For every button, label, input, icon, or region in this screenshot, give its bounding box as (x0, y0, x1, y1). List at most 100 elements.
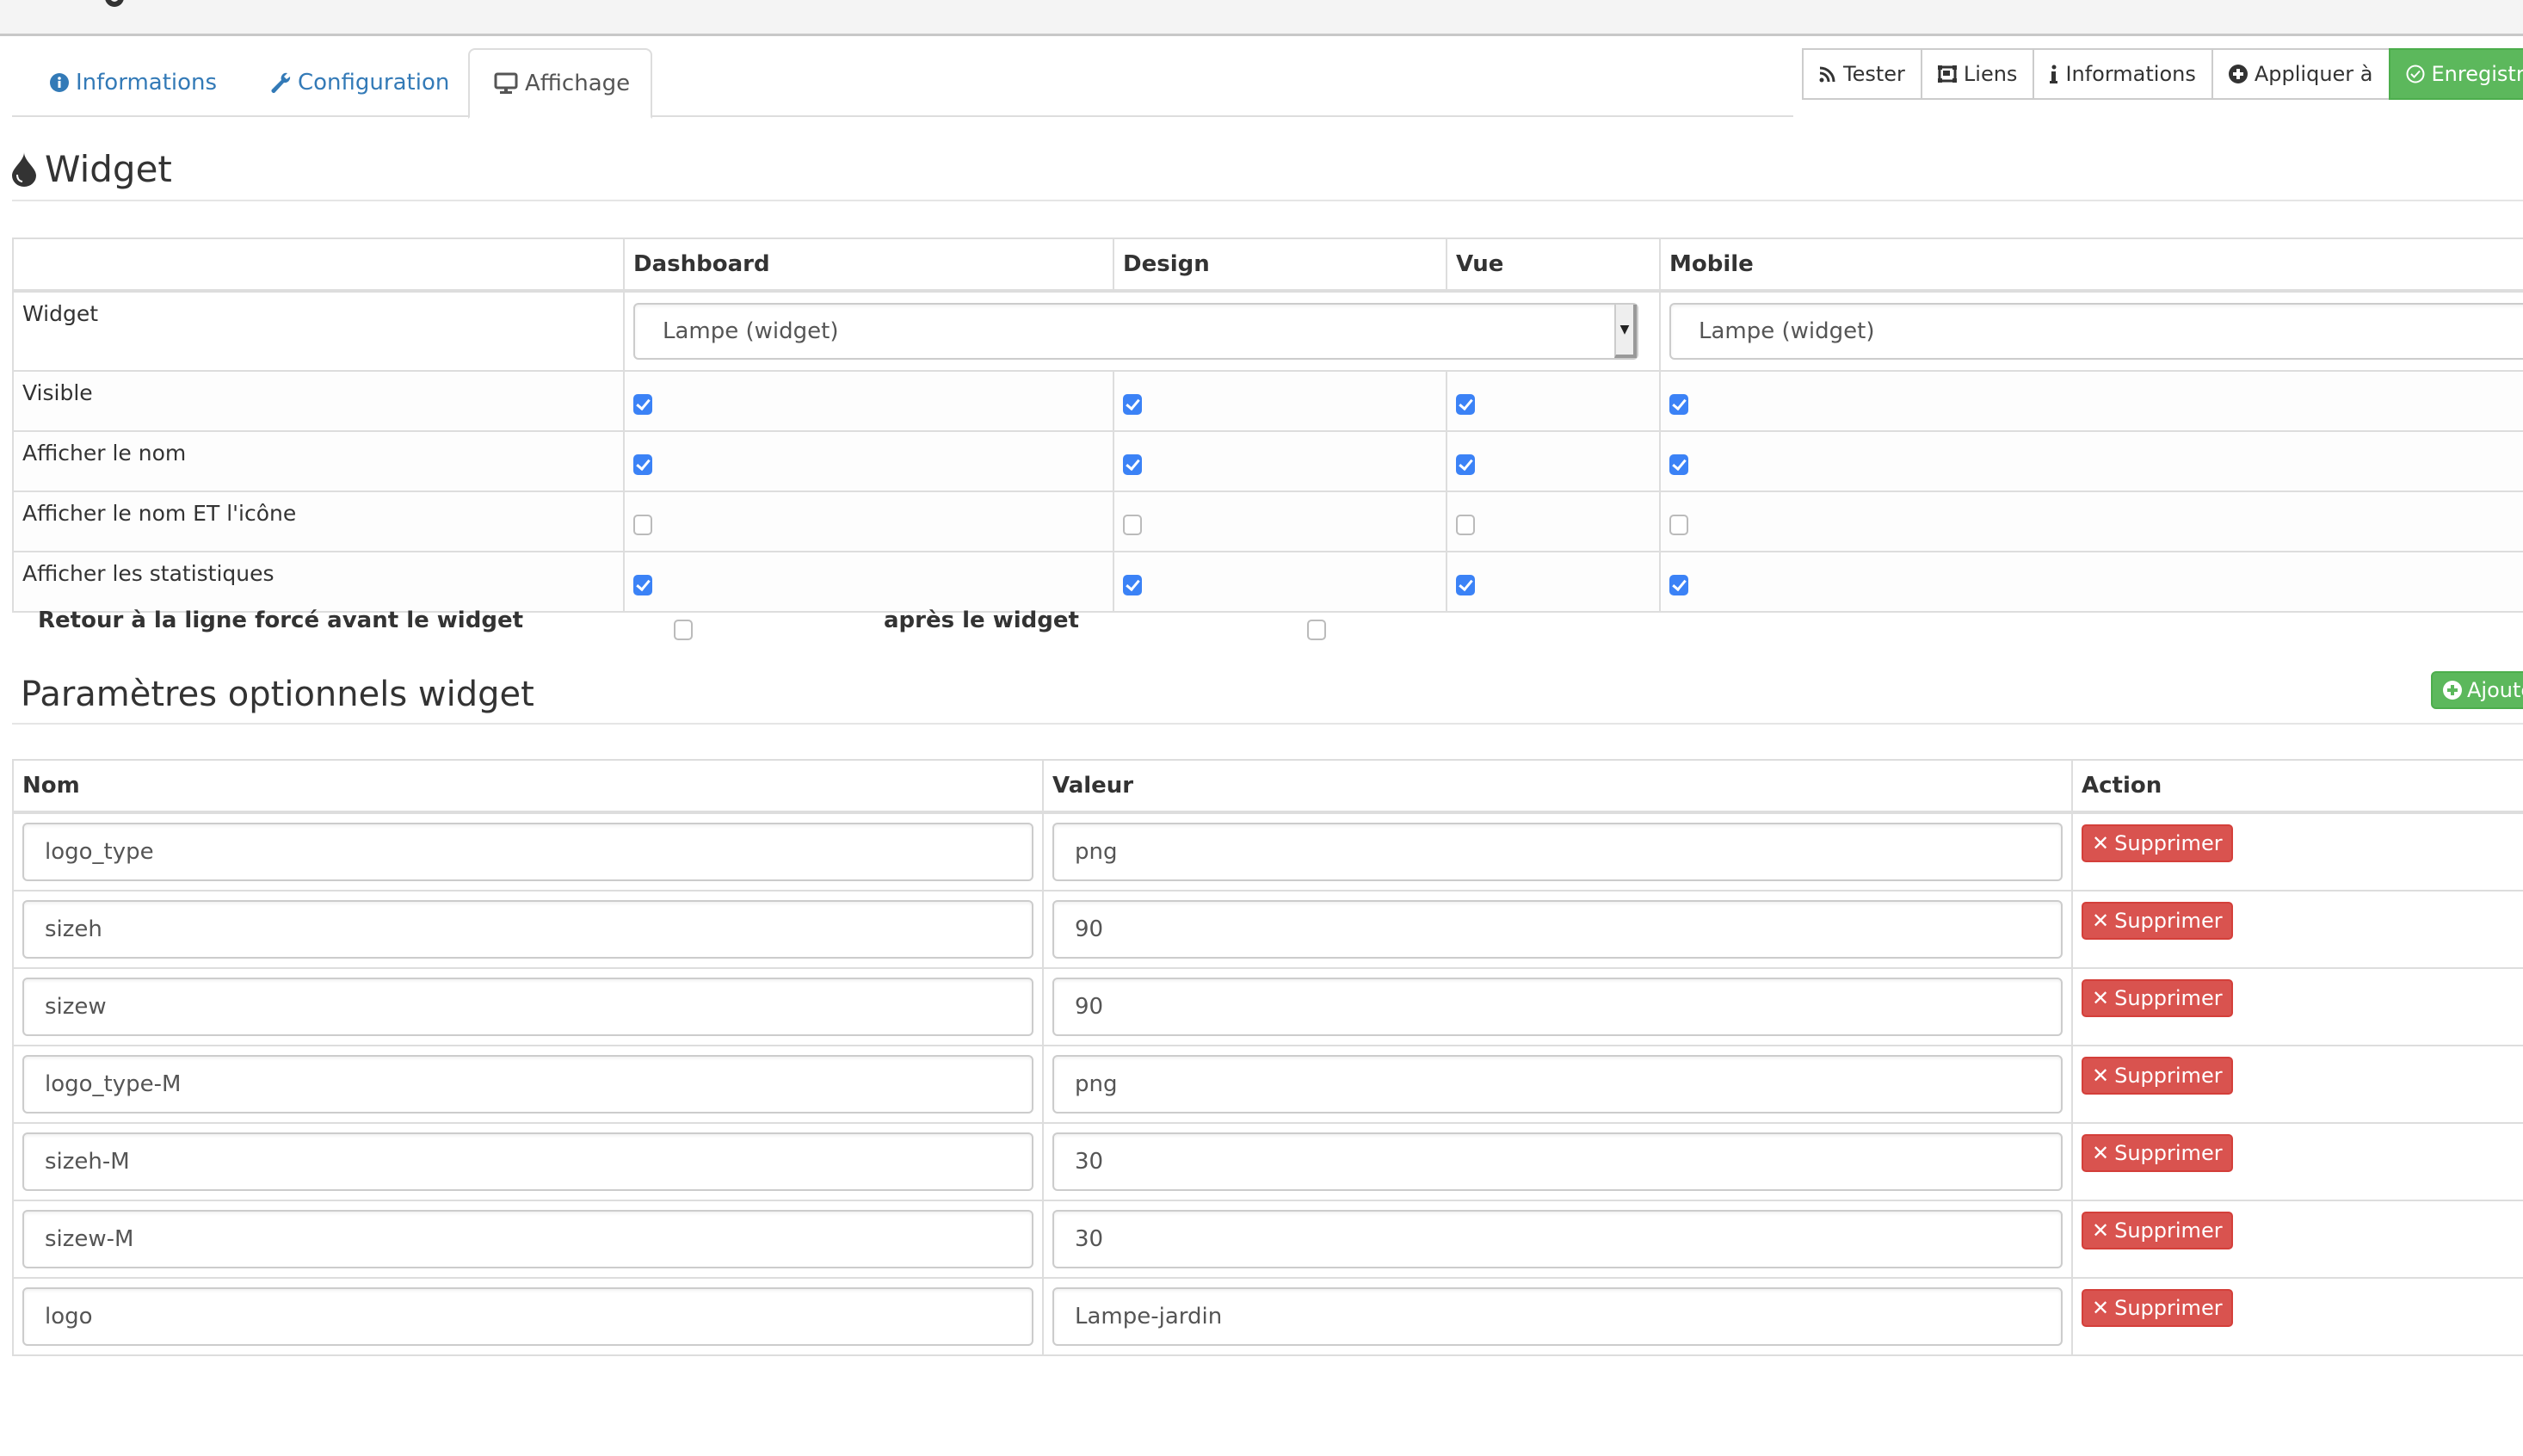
row-label: Visible (12, 370, 625, 432)
show-stats-mobile-checkbox[interactable] (1669, 575, 1688, 595)
param-name-input[interactable]: sizeh-M (22, 1132, 1033, 1191)
line-break-after-label: après le widget (884, 608, 1079, 633)
mobile-widget-cell: Lampe (widget) (1659, 290, 2523, 372)
visible-dashboard-checkbox[interactable] (633, 394, 652, 415)
delete-param-button[interactable]: ✕ Supprimer (2082, 1057, 2233, 1095)
button-label: Informations (2065, 62, 2196, 86)
input-value: 90 (1075, 916, 1104, 942)
button-label: Ajoute (2467, 678, 2523, 702)
rss-icon (1819, 65, 1836, 83)
param-name-input[interactable]: sizeh (22, 900, 1033, 959)
delete-param-button[interactable]: ✕ Supprimer (2082, 902, 2233, 940)
dashboard-widget-cell: Lampe (widget) ▼ (623, 290, 1661, 372)
input-value: logo_type (45, 839, 154, 865)
param-value-input[interactable]: Lampe-jardin (1052, 1287, 2063, 1346)
column-header-vue: Vue (1446, 238, 1661, 292)
visible-vue-checkbox[interactable] (1456, 394, 1475, 415)
button-label: Supprimer (2114, 1296, 2223, 1320)
table-row: sizeh-M 30 ✕ Supprimer (12, 1122, 2523, 1201)
param-name-input[interactable]: sizew (22, 978, 1033, 1036)
visible-mobile-checkbox[interactable] (1669, 394, 1688, 415)
show-stats-design-checkbox[interactable] (1123, 575, 1142, 595)
delete-param-button[interactable]: ✕ Supprimer (2082, 824, 2233, 862)
visible-design-checkbox[interactable] (1123, 394, 1142, 415)
wrench-icon (270, 71, 291, 94)
show-name-dashboard-checkbox[interactable] (633, 454, 652, 475)
button-label: Supprimer (2114, 831, 2223, 855)
delete-param-button[interactable]: ✕ Supprimer (2082, 979, 2233, 1017)
column-header-name: Nom (12, 759, 1044, 813)
show-name-icon-vue-checkbox[interactable] (1456, 515, 1475, 535)
links-button[interactable]: Liens (1920, 48, 2035, 100)
table-row: sizeh 90 ✕ Supprimer (12, 890, 2523, 969)
row-label: Afficher les statistiques (12, 551, 625, 613)
tab-informations[interactable]: Informations (26, 48, 241, 117)
param-value-input[interactable]: 90 (1052, 978, 2063, 1036)
delete-param-button[interactable]: ✕ Supprimer (2082, 1212, 2233, 1249)
show-name-vue-checkbox[interactable] (1456, 454, 1475, 475)
dashboard-widget-select[interactable]: Lampe (widget) ▼ (633, 303, 1638, 360)
param-value-input[interactable]: png (1052, 823, 2063, 881)
tab-configuration[interactable]: Configuration (246, 48, 473, 117)
line-break-before-checkbox[interactable] (674, 620, 693, 640)
save-button[interactable]: Enregistre (2388, 48, 2523, 100)
add-param-button[interactable]: Ajoute (2431, 671, 2523, 709)
plus-circle-icon (2443, 681, 2462, 700)
input-value: 30 (1075, 1226, 1104, 1252)
param-value-input[interactable]: 30 (1052, 1210, 2063, 1268)
divider (12, 200, 2523, 201)
mobile-widget-select[interactable]: Lampe (widget) (1669, 303, 2523, 360)
close-icon: ✕ (2092, 1141, 2110, 1165)
informations-button[interactable]: Informations (2033, 48, 2213, 100)
select-value: Lampe (widget) (1699, 318, 1875, 344)
line-break-options: Retour à la ligne forcé avant le widget … (0, 608, 2523, 651)
page-title-fragment (105, 0, 124, 7)
desktop-icon (494, 72, 518, 95)
param-name-input[interactable]: logo_type-M (22, 1055, 1033, 1114)
show-stats-vue-checkbox[interactable] (1456, 575, 1475, 595)
row-label: Afficher le nom ET l'icône (12, 490, 625, 552)
action-button-group: Tester Liens Informations Appliquer à En… (1802, 48, 2523, 100)
info-icon (2050, 65, 2058, 83)
table-row-show-name-and-icon: Afficher le nom ET l'icône (12, 490, 2523, 552)
divider (12, 723, 2523, 725)
button-label: Supprimer (2114, 1141, 2223, 1165)
param-value-input[interactable]: 90 (1052, 900, 2063, 959)
button-label: Supprimer (2114, 909, 2223, 933)
param-value-input[interactable]: 30 (1052, 1132, 2063, 1191)
param-name-input[interactable]: sizew-M (22, 1210, 1033, 1268)
show-stats-dashboard-checkbox[interactable] (633, 575, 652, 595)
close-icon: ✕ (2092, 831, 2110, 855)
tab-affichage[interactable]: Affichage (468, 48, 652, 119)
input-value: Lampe-jardin (1075, 1304, 1223, 1330)
table-row: sizew-M 30 ✕ Supprimer (12, 1200, 2523, 1279)
table-row: logo_type-M png ✕ Supprimer (12, 1045, 2523, 1124)
show-name-icon-dashboard-checkbox[interactable] (633, 515, 652, 535)
param-name-input[interactable]: logo_type (22, 823, 1033, 881)
close-icon: ✕ (2092, 986, 2110, 1010)
check-circle-icon (2406, 65, 2425, 83)
delete-param-button[interactable]: ✕ Supprimer (2082, 1289, 2233, 1327)
param-name-input[interactable]: logo (22, 1287, 1033, 1346)
delete-param-button[interactable]: ✕ Supprimer (2082, 1134, 2233, 1172)
button-label: Enregistre (2431, 62, 2523, 86)
show-name-design-checkbox[interactable] (1123, 454, 1142, 475)
table-row-show-stats: Afficher les statistiques (12, 551, 2523, 613)
params-table-body: logo_type png ✕ Supprimer sizeh 90 ✕ Supprimer s… (12, 811, 2523, 1356)
plus-circle-icon (2228, 65, 2248, 83)
widget-display-table: Dashboard Design Vue Mobile Widget Lampe… (12, 238, 2523, 613)
line-break-after-checkbox[interactable] (1307, 620, 1326, 640)
column-header (12, 238, 625, 292)
optional-params-title: Paramètres optionnels widget (21, 675, 534, 714)
show-name-mobile-checkbox[interactable] (1669, 454, 1688, 475)
param-value-input[interactable]: png (1052, 1055, 2063, 1114)
close-icon: ✕ (2092, 1296, 2110, 1320)
test-button[interactable]: Tester (1802, 48, 1922, 100)
table-row-widget: Widget Lampe (widget) ▼ Lampe (widget) (12, 290, 2523, 372)
apply-to-button[interactable]: Appliquer à (2211, 48, 2390, 100)
tab-label: Informations (76, 70, 218, 96)
input-value: sizew-M (45, 1226, 134, 1252)
column-header-value: Valeur (1042, 759, 2073, 813)
show-name-icon-design-checkbox[interactable] (1123, 515, 1142, 535)
show-name-icon-mobile-checkbox[interactable] (1669, 515, 1688, 535)
